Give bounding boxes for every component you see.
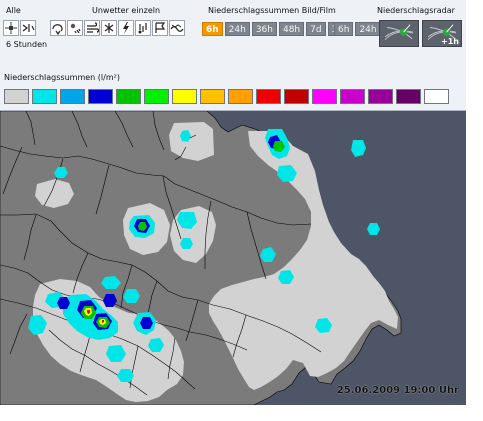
- period-button-7d[interactable]: 7d: [306, 22, 326, 36]
- frost-icon[interactable]: [135, 20, 151, 36]
- storm-icon[interactable]: [50, 20, 66, 36]
- legend-swatch: [116, 89, 141, 104]
- flag-icon[interactable]: [152, 20, 168, 36]
- map-canvas: [0, 111, 466, 405]
- period-button-24h[interactable]: 24h: [224, 22, 250, 36]
- legend-swatch: [368, 89, 393, 104]
- legend-swatch: [312, 89, 337, 104]
- legend-swatch: [200, 89, 225, 104]
- sun-rain-icon[interactable]: [67, 20, 83, 36]
- control-panel: Alle Unwetter einzeln Niederschlagssumme…: [0, 0, 466, 111]
- legend-swatch: [424, 89, 449, 104]
- wave-icon[interactable]: [169, 20, 185, 36]
- period-button-36h[interactable]: 36h: [251, 22, 277, 36]
- film-buttons: 6h 24h: [334, 22, 381, 36]
- legend-swatches: [4, 89, 449, 104]
- legend-swatch: [284, 89, 309, 104]
- period-button-6h[interactable]: 6h: [202, 22, 223, 36]
- period-button-48h[interactable]: 48h: [278, 22, 305, 36]
- lightning-icon[interactable]: [118, 20, 134, 36]
- legend-swatch: [144, 89, 169, 104]
- radar-forecast-button[interactable]: +1h: [422, 20, 462, 47]
- all-icons: [3, 20, 36, 36]
- legend-title: Niederschlagssummen (l/m²): [4, 73, 120, 82]
- footer-area: [0, 405, 483, 421]
- period-buttons: 6h 24h 36h 48h 7d 30d: [202, 22, 353, 36]
- legend-swatch: [228, 89, 253, 104]
- radar-buttons: +1h: [379, 20, 462, 47]
- legend-swatch: [32, 89, 57, 104]
- precipitation-film-label: Niederschlagssummen Bild/Film: [208, 6, 336, 15]
- legend-swatch: [396, 89, 421, 104]
- legend-swatch: [60, 89, 85, 104]
- weather-app: Alle Unwetter einzeln Niederschlagssumme…: [0, 0, 483, 421]
- time-window-label: 6 Stunden: [6, 40, 48, 49]
- precipitation-radar-label: Niederschlagsradar: [377, 6, 455, 15]
- severe-icons: [50, 20, 185, 36]
- weather-all-icon[interactable]: [20, 20, 36, 36]
- snow-icon[interactable]: [101, 20, 117, 36]
- map-timestamp: 25.06.2009 19:00 Uhr: [336, 385, 459, 396]
- legend-swatch: [4, 89, 29, 104]
- legend-swatch: [172, 89, 197, 104]
- precipitation-map[interactable]: 25.06.2009 19:00 Uhr: [0, 111, 466, 405]
- radar-current-button[interactable]: [379, 20, 419, 47]
- radar-overlay-label: +1h: [441, 37, 459, 46]
- legend-swatch: [340, 89, 365, 104]
- all-label: Alle: [6, 6, 21, 15]
- wind-icon[interactable]: [84, 20, 100, 36]
- film-button-6h[interactable]: 6h: [334, 22, 354, 36]
- weather-all-icon[interactable]: [3, 20, 19, 36]
- film-button-24h[interactable]: 24h: [355, 22, 381, 36]
- legend-swatch: [256, 89, 281, 104]
- legend-swatch: [88, 89, 113, 104]
- severe-weather-label: Unwetter einzeln: [92, 6, 161, 15]
